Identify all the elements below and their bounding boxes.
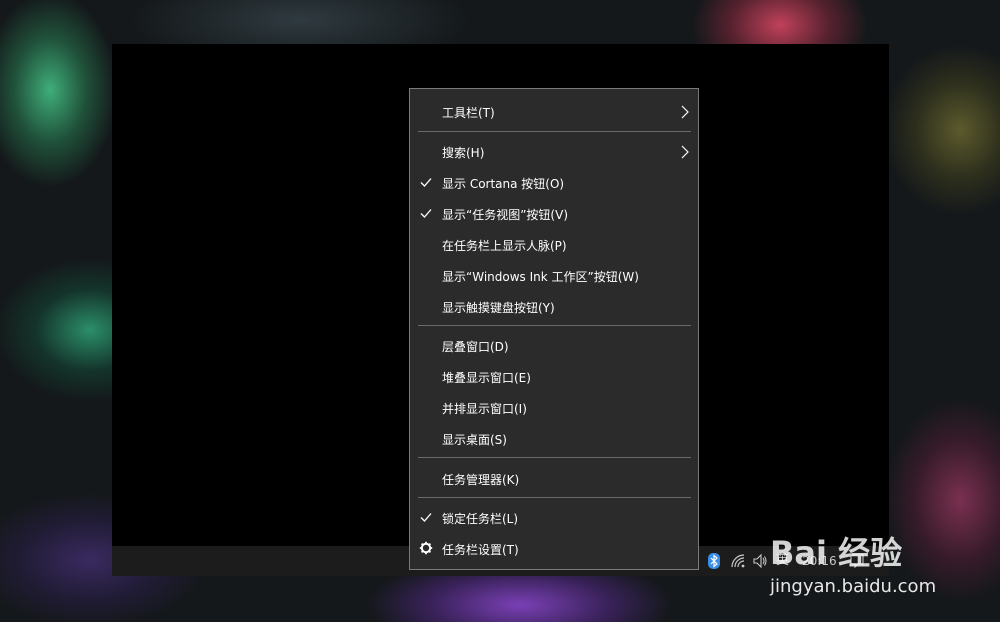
menu-item-label: 任务栏设置(T) xyxy=(442,543,519,557)
menu-item-task-manager[interactable]: 任务管理器(K) xyxy=(410,463,698,494)
menu-item-label: 锁定任务栏(L) xyxy=(442,512,519,526)
menu-item-show-windows-ink[interactable]: 显示“Windows Ink 工作区”按钮(W) xyxy=(410,260,698,291)
menu-item-label: 任务管理器(K) xyxy=(442,473,520,487)
menu-item-label: 显示“任务视图”按钮(V) xyxy=(442,208,569,222)
bluetooth-icon[interactable] xyxy=(708,546,724,576)
menu-item-side-by-side-windows[interactable]: 并排显示窗口(I) xyxy=(410,392,698,423)
gear-icon xyxy=(419,541,433,555)
menu-item-label: 显示 Cortana 按钮(O) xyxy=(442,177,565,191)
menu-item-label: 工具栏(T) xyxy=(442,106,495,120)
watermark-brand: Bai 经验 xyxy=(770,534,903,572)
menu-item-show-cortana[interactable]: 显示 Cortana 按钮(O) xyxy=(410,167,698,198)
menu-item-show-touch-keyboard[interactable]: 显示触摸键盘按钮(Y) xyxy=(410,291,698,322)
menu-item-label: 显示“Windows Ink 工作区”按钮(W) xyxy=(442,270,639,284)
menu-item-lock-taskbar[interactable]: 锁定任务栏(L) xyxy=(410,502,698,533)
menu-item-label: 显示桌面(S) xyxy=(442,433,507,447)
menu-item-taskbar-settings[interactable]: 任务栏设置(T) xyxy=(410,533,698,564)
menu-item-label: 层叠窗口(D) xyxy=(442,340,509,354)
menu-item-label: 在任务栏上显示人脉(P) xyxy=(442,239,567,253)
menu-separator xyxy=(418,457,691,458)
taskbar-context-menu: 工具栏(T) 搜索(H) 显示 Cortana 按钮(O) 显示“任务视图”按钮… xyxy=(409,88,699,570)
checkmark-icon xyxy=(420,178,432,187)
menu-item-show-task-view[interactable]: 显示“任务视图”按钮(V) xyxy=(410,198,698,229)
volume-icon[interactable] xyxy=(752,546,770,576)
chevron-right-icon xyxy=(681,145,689,159)
menu-item-label: 堆叠显示窗口(E) xyxy=(442,371,531,385)
menu-item-stack-windows[interactable]: 堆叠显示窗口(E) xyxy=(410,361,698,392)
menu-item-label: 显示触摸键盘按钮(Y) xyxy=(442,301,555,315)
menu-item-label: 搜索(H) xyxy=(442,146,485,160)
network-icon[interactable] xyxy=(730,546,748,576)
menu-item-search[interactable]: 搜索(H) xyxy=(410,136,698,167)
checkmark-icon xyxy=(420,513,432,522)
menu-item-cascade-windows[interactable]: 层叠窗口(D) xyxy=(410,330,698,361)
menu-separator xyxy=(418,325,691,326)
menu-separator xyxy=(418,497,691,498)
menu-item-toolbars[interactable]: 工具栏(T) xyxy=(410,96,698,127)
menu-item-show-people[interactable]: 在任务栏上显示人脉(P) xyxy=(410,229,698,260)
menu-separator xyxy=(418,131,691,132)
menu-item-show-desktop[interactable]: 显示桌面(S) xyxy=(410,423,698,454)
checkmark-icon xyxy=(420,209,432,218)
menu-item-label: 并排显示窗口(I) xyxy=(442,402,527,416)
baidu-jingyan-watermark: Bai 经验 jingyan.baidu.com xyxy=(770,516,1000,622)
watermark-url: jingyan.baidu.com xyxy=(770,576,937,597)
chevron-right-icon xyxy=(681,105,689,119)
